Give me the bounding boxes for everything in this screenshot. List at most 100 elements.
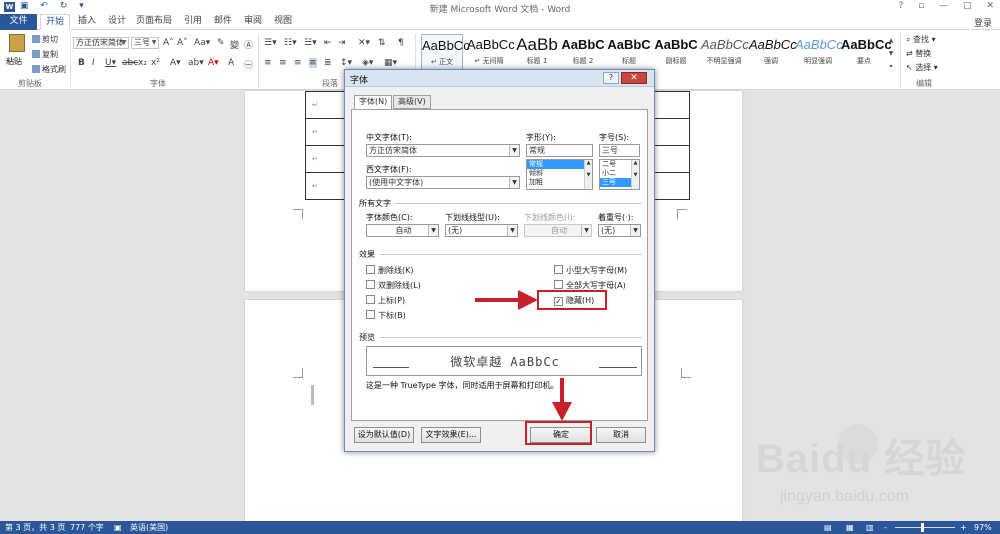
proofing-icon[interactable]: ▣ <box>114 521 122 534</box>
format-painter-button[interactable]: 格式刷 <box>32 64 66 75</box>
zoom-level[interactable]: 97% <box>974 521 992 534</box>
web-layout-icon[interactable]: ▥ <box>866 521 874 534</box>
find-button[interactable]: ⌕ 查找 ▾ <box>906 34 936 45</box>
char-shading-icon[interactable]: A <box>228 58 234 68</box>
tab-review[interactable]: 审阅 <box>240 14 266 30</box>
bold-icon[interactable]: B <box>78 58 85 68</box>
tab-advanced[interactable]: 高级(V) <box>393 95 431 109</box>
font-color-select[interactable]: 自动 ▼ <box>366 224 439 237</box>
read-mode-icon[interactable]: ▤ <box>824 521 832 534</box>
subscript-icon[interactable]: x₂ <box>138 58 147 68</box>
page-indicator[interactable]: 第 3 页，共 3 页 <box>5 521 65 534</box>
grow-font-icon[interactable]: A˄ <box>163 38 174 48</box>
subscript-checkbox[interactable]: 下标(B) <box>366 310 406 321</box>
tab-mailings[interactable]: 邮件 <box>210 14 236 30</box>
cut-button[interactable]: 剪切 <box>32 34 58 45</box>
strikethrough-checkbox[interactable]: 删除线(K) <box>366 265 414 276</box>
line-spacing-icon[interactable]: ↕▾ <box>340 58 352 68</box>
replace-button[interactable]: ⇄ 替换 <box>906 48 931 59</box>
small-caps-checkbox[interactable]: 小型大写字母(M) <box>554 265 627 276</box>
font-color-icon[interactable]: A▾ <box>208 58 219 68</box>
paste-button[interactable]: 粘贴 <box>6 34 28 74</box>
language-indicator[interactable]: 英语(美国) <box>130 521 168 534</box>
distributed-icon[interactable]: ≣ <box>324 58 332 68</box>
list-item[interactable]: 倾斜 <box>527 169 592 178</box>
double-strikethrough-checkbox[interactable]: 双删除线(L) <box>366 280 421 291</box>
dialog-title-bar[interactable]: 字体 ? ✕ <box>345 70 654 87</box>
styles-scroll[interactable]: ▲ ▼ ▾ <box>886 34 896 74</box>
underline-color-select[interactable]: 自动 ▼ <box>524 224 592 237</box>
west-font-select[interactable]: (使用中文字体) ▼ <box>366 176 520 189</box>
clear-format-icon[interactable]: ✎ <box>217 38 225 48</box>
chinese-layout-icon[interactable]: ✕▾ <box>358 38 370 48</box>
style-title[interactable]: AaBbC 标题 <box>607 34 651 72</box>
font-size-list[interactable]: 二号 小二 三号 ▲ ▼ <box>599 159 640 190</box>
zoom-out-button[interactable]: - <box>884 521 887 534</box>
phonetic-guide-icon[interactable]: 變 <box>230 38 239 51</box>
tab-insert[interactable]: 插入 <box>74 14 100 30</box>
highlight-icon[interactable]: ab▾ <box>188 58 204 68</box>
help-icon[interactable]: ? <box>899 1 904 11</box>
zoom-slider-handle[interactable] <box>921 523 924 532</box>
align-center-icon[interactable]: ≡ <box>279 58 287 68</box>
decrease-indent-icon[interactable]: ⇤ <box>324 38 332 48</box>
change-case-icon[interactable]: Aa▾ <box>194 38 210 48</box>
maximize-icon[interactable]: □ <box>963 1 972 11</box>
tab-references[interactable]: 引用 <box>180 14 206 30</box>
style-intense-emphasis[interactable]: AaBbCc 明显强调 <box>795 34 843 72</box>
align-left-icon[interactable]: ≡ <box>264 58 272 68</box>
style-normal[interactable]: AaBbCc ↵ 正文 <box>421 34 470 72</box>
numbering-icon[interactable]: ☷▾ <box>284 38 297 48</box>
dialog-help-icon[interactable]: ? <box>603 72 619 84</box>
style-subtle-emphasis[interactable]: AaBbCc 不明显强调 <box>701 34 749 72</box>
tab-design[interactable]: 设计 <box>104 14 130 30</box>
text-effects-icon[interactable]: A▾ <box>170 58 181 68</box>
style-strong[interactable]: AaBbCc 要点 <box>841 34 892 72</box>
font-style-list[interactable]: 常规 倾斜 加粗 ▲ ▼ <box>526 159 593 190</box>
justify-icon[interactable]: ≡ <box>309 58 317 68</box>
style-no-spacing[interactable]: AaBbCc ↵ 无间隔 <box>467 34 515 72</box>
style-heading-1[interactable]: AaBb 标题 1 <box>515 34 559 72</box>
zoom-in-button[interactable]: + <box>960 521 967 534</box>
chevron-down-icon[interactable]: ▼ <box>886 47 896 60</box>
italic-icon[interactable]: I <box>92 58 95 68</box>
increase-indent-icon[interactable]: ⇥ <box>338 38 346 48</box>
tab-font[interactable]: 字体(N) <box>354 95 393 110</box>
font-style-input[interactable]: 常规 <box>526 144 593 157</box>
scrollbar[interactable]: ▲ ▼ <box>631 160 639 189</box>
select-button[interactable]: ↖ 选择 ▾ <box>906 62 938 73</box>
list-item[interactable]: 加粗 <box>527 178 592 187</box>
shrink-font-icon[interactable]: A˅ <box>177 38 188 48</box>
cancel-button[interactable]: 取消 <box>596 427 646 443</box>
close-icon[interactable]: ✕ <box>986 1 994 11</box>
superscript-checkbox[interactable]: 上标(P) <box>366 295 405 306</box>
show-marks-icon[interactable]: ¶ <box>398 38 404 48</box>
underline-icon[interactable]: U▾ <box>105 58 116 68</box>
chevron-up-icon[interactable]: ▲ <box>886 34 896 47</box>
tab-home[interactable]: 开始 <box>40 14 70 30</box>
enclose-char-icon[interactable]: ㊀ <box>244 58 253 71</box>
copy-button[interactable]: 复制 <box>32 49 58 60</box>
scrollbar[interactable]: ▲ ▼ <box>584 160 592 189</box>
print-layout-icon[interactable]: ▦ <box>846 521 854 534</box>
font-size-input[interactable]: 三号 <box>599 144 640 157</box>
shading-icon[interactable]: ◈▾ <box>362 58 373 68</box>
sign-in-link[interactable]: 登录 <box>974 16 992 29</box>
borders-icon[interactable]: ▦▾ <box>384 58 397 68</box>
minimize-icon[interactable]: — <box>939 1 948 11</box>
list-item[interactable]: 常规 <box>527 160 592 169</box>
strikethrough-icon[interactable]: abc <box>122 58 138 68</box>
sort-icon[interactable]: ⇅ <box>378 38 386 48</box>
align-right-icon[interactable]: ≡ <box>294 58 302 68</box>
tab-view[interactable]: 视图 <box>270 14 296 30</box>
superscript-icon[interactable]: x² <box>151 58 160 68</box>
text-effects-button[interactable]: 文字效果(E)... <box>421 427 481 443</box>
char-border-icon[interactable]: Ⓐ <box>244 38 253 51</box>
font-size-combo[interactable]: 三号 ▼ <box>131 37 159 49</box>
tab-page-layout[interactable]: 页面布局 <box>134 14 174 30</box>
underline-style-select[interactable]: (无) ▼ <box>445 224 518 237</box>
cn-font-select[interactable]: 方正仿宋简体 ▼ <box>366 144 520 157</box>
style-subtitle[interactable]: AaBbC 副标题 <box>653 34 699 72</box>
style-heading-2[interactable]: AaBbC 标题 2 <box>561 34 605 72</box>
style-emphasis[interactable]: AaBbCc 强调 <box>749 34 797 72</box>
